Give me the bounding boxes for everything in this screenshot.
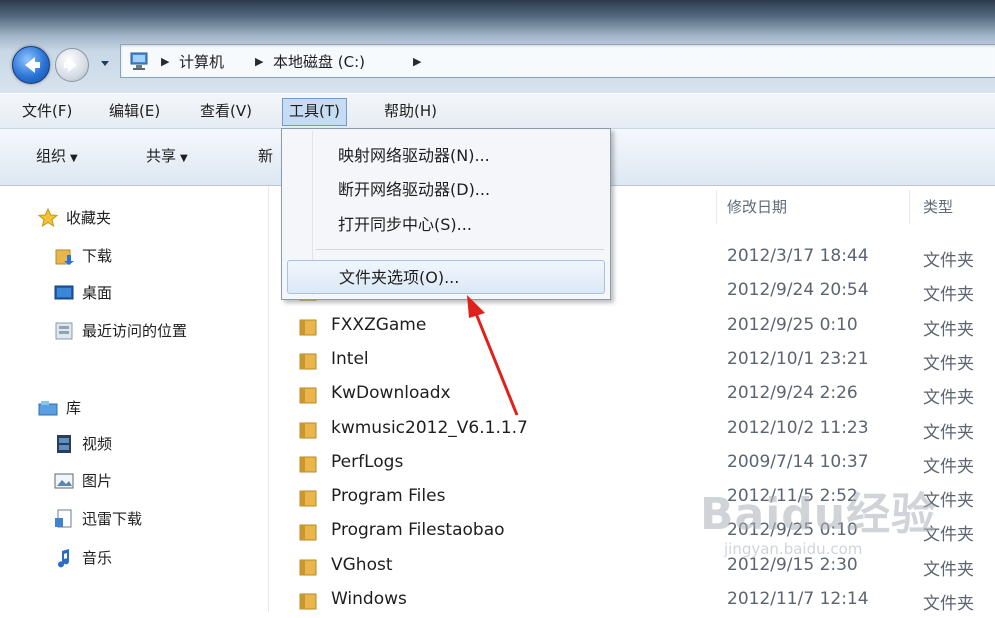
nav-item-label: 桌面 [82,284,113,302]
nav-item-label: 下载 [82,247,113,265]
nav-item-label: 音乐 [82,549,113,567]
nav-item-label: 图片 [82,472,113,490]
file-row[interactable]: Intel 2012/10/1 23:21 文件夹 [269,344,995,378]
column-header-date[interactable]: 修改日期 [727,196,787,217]
file-date: 2012/9/25 0:10 [727,314,858,335]
file-row[interactable]: KwDownloadx 2012/9/24 2:26 文件夹 [269,378,995,412]
nav-item-label: 视频 [82,435,113,453]
breadcrumb-separator-icon[interactable]: ▶ [255,55,263,68]
recent-pages-dropdown-icon[interactable] [100,58,110,68]
nav-item-label: 迅雷下载 [82,510,143,528]
column-divider[interactable] [909,190,910,224]
menu-item-map-network-drive[interactable]: 映射网络驱动器(N)... [314,139,604,173]
folder-icon [299,387,317,404]
file-type: 文件夹 [923,319,974,340]
recent-places-icon [55,322,73,340]
nav-favorites-label: 收藏夹 [66,209,112,227]
back-button[interactable] [12,46,50,84]
chevron-down-icon: ▼ [180,153,188,164]
organize-button[interactable]: 组织 ▼ [36,145,78,166]
document-icon [55,509,72,528]
back-arrow-icon [25,57,40,73]
menu-item-folder-options[interactable]: 文件夹选项(O)... [287,260,605,294]
computer-icon [130,52,148,70]
menu-edit[interactable]: 编辑(E) [103,98,166,124]
menu-item-disconnect-network-drive[interactable]: 断开网络驱动器(D)... [314,173,604,207]
file-name: Intel [331,348,369,369]
folder-icon [299,593,317,610]
file-name: Windows [331,589,407,609]
downloads-folder-icon [55,249,74,265]
file-type: 文件夹 [923,594,974,614]
watermark-logo-text: Baidu经验 [700,489,937,540]
file-date: 2012/9/24 20:54 [727,280,869,301]
folder-icon [299,319,317,336]
file-date: 2012/10/2 11:23 [727,417,869,438]
file-row[interactable]: PerfLogs 2009/7/14 10:37 文件夹 [269,447,995,481]
navigation-pane: 收藏夹 下载 桌面 最近访问的位置 库 视频 图片 迅雷下载 音乐 [0,186,269,612]
picture-icon [54,473,74,489]
file-name: VGhost [331,554,393,575]
share-label: 共享 [146,147,177,165]
new-folder-button[interactable]: 新 [258,145,273,166]
file-date: 2012/9/24 2:26 [727,383,858,404]
menu-bar: 文件(F) 编辑(E) 查看(V) 工具(T) 帮助(H) [0,94,995,129]
file-type: 文件夹 [923,422,974,443]
organize-label: 组织 [36,147,67,165]
file-name: KwDownloadx [331,383,451,404]
address-bar[interactable]: ▶ 计算机 ▶ 本地磁盘 (C:) ▶ [120,44,995,78]
forward-arrow-icon [64,58,77,72]
file-type: 文件夹 [923,456,974,477]
menu-tools[interactable]: 工具(T) [282,98,347,126]
file-date: 2012/3/17 18:44 [727,246,869,266]
folder-icon [299,490,317,507]
nav-item-label: 最近访问的位置 [82,322,188,340]
breadcrumb-separator-icon[interactable]: ▶ [413,55,421,68]
file-date: 2009/7/14 10:37 [727,451,869,472]
folder-icon [299,422,317,438]
tools-menu: 映射网络驱动器(N)... 断开网络驱动器(D)... 打开同步中心(S)...… [281,128,611,300]
menu-file[interactable]: 文件(F) [16,98,78,124]
file-date: 2012/11/7 12:14 [727,589,869,609]
file-row[interactable]: FXXZGame 2012/9/25 0:10 文件夹 [269,310,995,344]
file-type: 文件夹 [923,251,974,271]
title-bar: ▶ 计算机 ▶ 本地磁盘 (C:) ▶ [0,0,995,93]
desktop-icon [54,285,74,300]
column-header-type[interactable]: 类型 [923,196,953,217]
red-arrow-annotation-icon [467,295,519,416]
menu-separator [316,249,604,250]
libraries-icon [38,401,58,416]
menu-help[interactable]: 帮助(H) [378,98,443,124]
file-type: 文件夹 [923,388,974,409]
nav-libraries-label: 库 [66,399,82,417]
breadcrumb-separator-icon[interactable]: ▶ [161,55,169,68]
file-type: 文件夹 [923,285,974,306]
file-name: FXXZGame [331,314,427,335]
file-date: 2012/10/1 23:21 [727,348,869,369]
file-name: PerfLogs [331,451,404,472]
file-name: Program Files [331,486,446,507]
share-button[interactable]: 共享 ▼ [146,145,188,166]
folder-icon [299,353,317,370]
star-icon [38,208,58,228]
file-row[interactable]: Windows 2012/11/7 12:14 文件夹 [269,584,995,618]
folder-icon [299,456,317,473]
breadcrumb-computer[interactable]: 计算机 [179,51,224,72]
watermark-url: jingyan.baidu.com [724,540,863,558]
file-name: Program Filestaobao [331,520,505,541]
music-note-icon [58,549,70,568]
forward-button[interactable] [55,48,89,82]
column-divider[interactable] [716,190,717,224]
video-icon [57,435,71,453]
folder-icon [299,524,317,541]
file-row[interactable]: kwmusic2012_V6.1.1.7 2012/10/2 11:23 文件夹 [269,413,995,447]
chevron-down-icon: ▼ [70,153,78,164]
menu-view[interactable]: 查看(V) [194,98,258,124]
menu-item-open-sync-center[interactable]: 打开同步中心(S)... [314,208,604,242]
file-type: 文件夹 [923,353,974,374]
baidu-watermark: Baidu经验 jingyan.baidu.com [700,478,990,574]
folder-icon [299,559,317,576]
breadcrumb-local-disk[interactable]: 本地磁盘 (C:) [273,51,365,72]
